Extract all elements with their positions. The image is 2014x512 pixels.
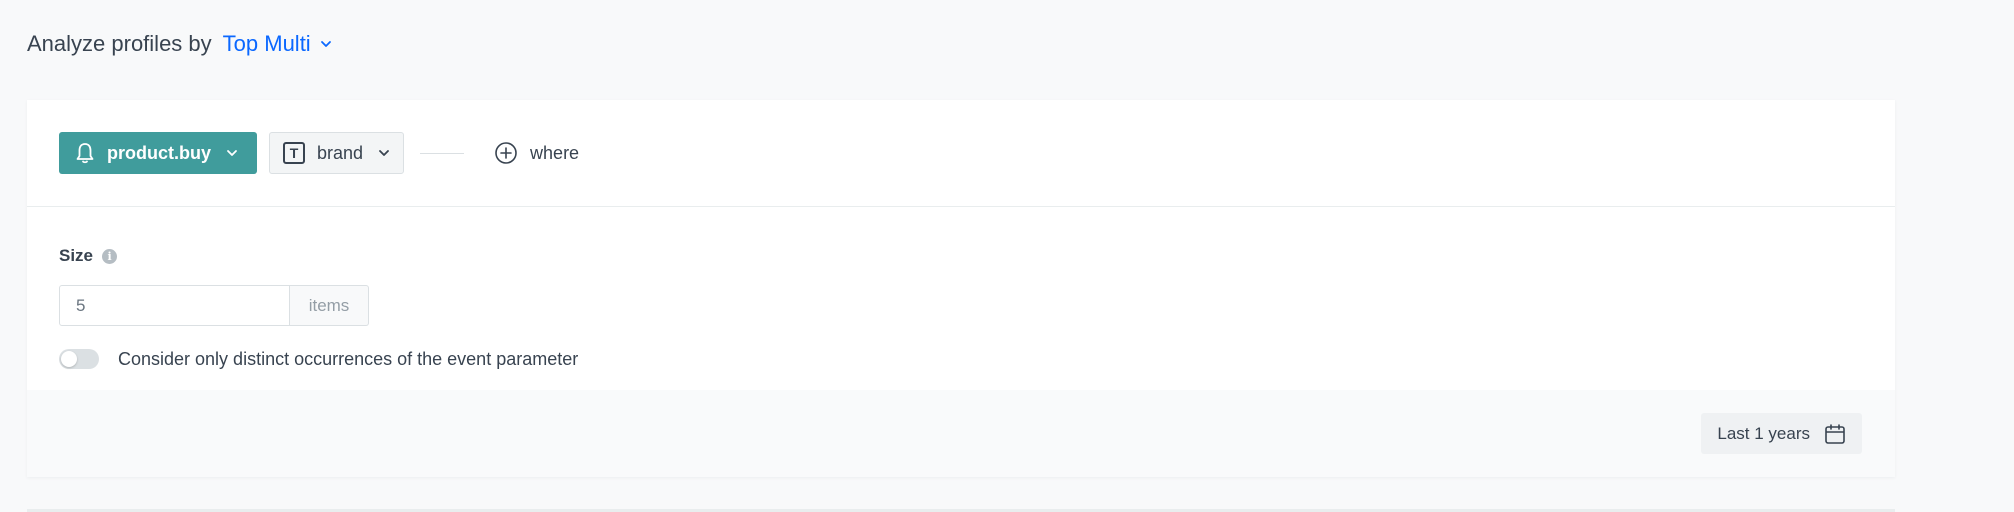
connector-line: [420, 152, 465, 154]
distinct-toggle-label: Consider only distinct occurrences of th…: [118, 348, 579, 369]
date-range-label: Last 1 years: [1717, 423, 1810, 443]
page-title: Analyze profiles by: [27, 31, 212, 56]
chevron-down-icon: [320, 41, 331, 47]
parameter-name: brand: [317, 142, 364, 163]
settings-section: Size i items Consider only distinct occu…: [27, 207, 1895, 390]
parameter-selector-button[interactable]: T brand: [269, 132, 405, 174]
size-input-group: items: [59, 285, 1863, 326]
add-where-button[interactable]: where: [494, 132, 579, 174]
chevron-down-icon: [379, 150, 389, 156]
toggle-knob: [61, 351, 77, 367]
distinct-toggle[interactable]: [59, 349, 99, 369]
filter-row: product.buy T brand where: [27, 100, 1895, 207]
chevron-down-icon: [227, 150, 237, 156]
event-name: product.buy: [107, 142, 211, 163]
analysis-mode-dropdown[interactable]: Top Multi: [223, 31, 333, 57]
page-header: Analyze profiles by Top Multi: [27, 26, 333, 62]
bell-icon: [76, 143, 94, 164]
size-label: Size: [59, 246, 94, 265]
analysis-mode-label: Top Multi: [222, 31, 311, 56]
size-unit-addon: items: [290, 285, 369, 326]
card-footer: Last 1 years: [27, 390, 1895, 477]
where-label: where: [530, 142, 580, 163]
plus-circle-icon: [495, 142, 517, 164]
distinct-toggle-row: Consider only distinct occurrences of th…: [59, 347, 1863, 371]
calendar-icon: [1825, 423, 1845, 444]
date-range-button[interactable]: Last 1 years: [1701, 413, 1862, 454]
event-selector-button[interactable]: product.buy: [59, 132, 257, 174]
info-icon[interactable]: i: [102, 248, 118, 264]
size-label-row: Size i: [59, 245, 1863, 267]
text-type-icon: T: [283, 142, 305, 164]
analysis-card: product.buy T brand where Size i 5 items…: [27, 100, 1895, 477]
size-input[interactable]: [59, 285, 290, 326]
